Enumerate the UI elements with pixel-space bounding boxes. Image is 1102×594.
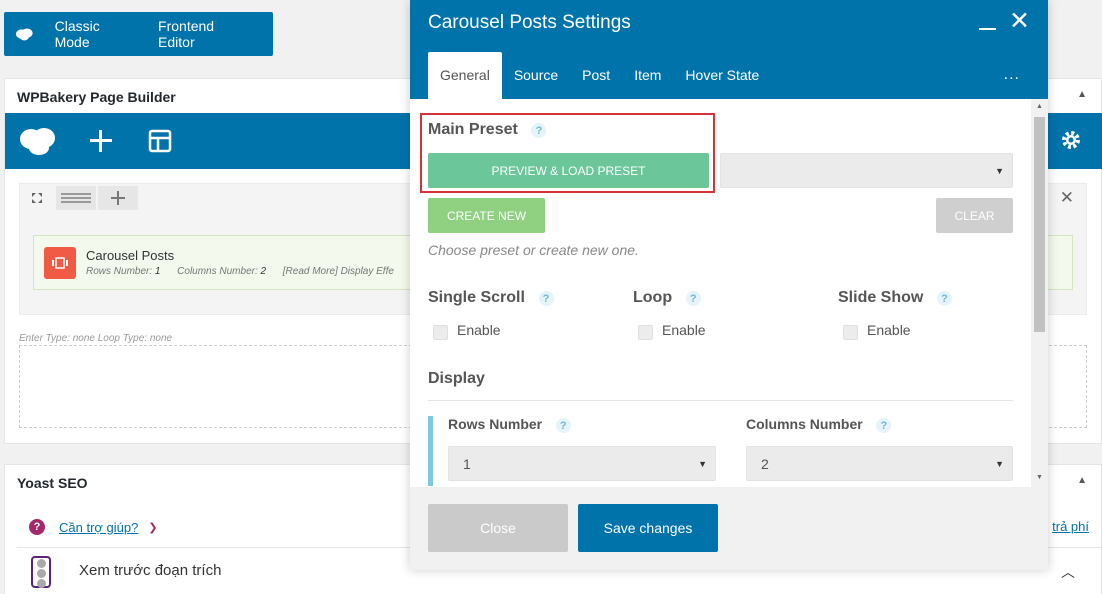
- tab-general[interactable]: General: [428, 52, 502, 99]
- modal-tabs: General Source Post Item Hover State: [428, 52, 771, 99]
- preset-select[interactable]: ▼: [720, 153, 1013, 188]
- frontend-editor-button[interactable]: Frontend Editor: [158, 18, 247, 50]
- slide-show-checkbox[interactable]: [843, 325, 858, 340]
- wpbakery-logo-icon: [16, 28, 33, 41]
- templates-icon[interactable]: [148, 126, 172, 156]
- scroll-up-icon[interactable]: ▲: [1036, 103, 1043, 110]
- classic-mode-button[interactable]: Classic Mode: [55, 18, 132, 50]
- row-layout-icon[interactable]: [56, 186, 96, 210]
- single-scroll-checkbox[interactable]: [433, 325, 448, 340]
- modal-header: Carousel Posts Settings ✕ General Source…: [410, 0, 1048, 99]
- loop-label: Loop: [633, 289, 673, 306]
- tab-source[interactable]: Source: [502, 52, 570, 99]
- element-params: Rows Number: 1 Columns Number: 2 [Read M…: [86, 266, 394, 277]
- help-link[interactable]: Cần trợ giúp?: [59, 520, 138, 535]
- rows-number-label: Rows Number: [448, 416, 543, 432]
- create-new-button[interactable]: CREATE NEW: [428, 198, 545, 233]
- rows-number-value: 1: [463, 455, 471, 472]
- editor-mode-bar: Classic Mode Frontend Editor: [4, 12, 273, 56]
- traffic-light-icon: [31, 556, 51, 588]
- rows-number-select[interactable]: 1 ▼: [448, 446, 716, 481]
- element-note: Enter Type: none Loop Type: none: [19, 333, 173, 344]
- loop-checkbox[interactable]: [638, 325, 653, 340]
- single-scroll-label: Single Scroll: [428, 289, 525, 306]
- add-column-icon[interactable]: [98, 186, 138, 210]
- settings-gear-icon[interactable]: [1060, 129, 1082, 151]
- chevron-down-icon[interactable]: ❯: [148, 521, 157, 534]
- help-icon[interactable]: ?: [936, 291, 952, 307]
- help-icon[interactable]: ?: [685, 291, 701, 307]
- section-accent-bar: [428, 416, 433, 486]
- wpbakery-panel-title: WPBakery Page Builder: [17, 89, 176, 105]
- loop-enable-label: Enable: [662, 322, 706, 338]
- modal-footer: Close Save changes: [410, 487, 1048, 570]
- slide-show-label: Slide Show: [838, 289, 924, 306]
- clear-button[interactable]: CLEAR: [936, 198, 1013, 233]
- more-tabs-icon[interactable]: ...: [1004, 66, 1020, 84]
- scroll-thumb[interactable]: [1034, 117, 1045, 332]
- settings-modal: Carousel Posts Settings ✕ General Source…: [410, 0, 1048, 570]
- save-changes-button[interactable]: Save changes: [578, 504, 718, 552]
- wpbakery-cloud-icon[interactable]: [19, 126, 57, 156]
- expand-row-icon[interactable]: [20, 186, 54, 210]
- columns-number-value: 2: [761, 455, 769, 472]
- help-icon[interactable]: ?: [555, 418, 571, 434]
- premium-link[interactable]: trả phí: [1052, 519, 1089, 534]
- yoast-panel-title: Yoast SEO: [17, 475, 88, 491]
- help-icon[interactable]: ?: [876, 418, 892, 434]
- preview-load-preset-button[interactable]: PREVIEW & LOAD PRESET: [428, 153, 709, 188]
- close-icon[interactable]: ✕: [1009, 9, 1030, 34]
- display-heading: Display: [428, 370, 485, 387]
- snippet-preview-label: Xem trước đoạn trích: [79, 562, 222, 579]
- tab-post[interactable]: Post: [570, 52, 622, 99]
- loop-heading: Loop ?: [633, 289, 701, 307]
- yoast-collapse-icon[interactable]: ▲: [1077, 475, 1087, 486]
- yoast-help[interactable]: ? Cần trợ giúp? ❯: [29, 519, 158, 535]
- add-element-icon[interactable]: [89, 126, 113, 156]
- scroll-down-icon[interactable]: ▼: [1036, 474, 1043, 481]
- help-icon[interactable]: ?: [538, 291, 554, 307]
- single-scroll-enable-label: Enable: [457, 322, 501, 338]
- modal-scrollbar[interactable]: ▲ ▼: [1031, 99, 1048, 487]
- dropdown-arrow-icon: ▼: [698, 458, 707, 469]
- rows-number-heading: Rows Number ?: [448, 416, 571, 434]
- tab-hover-state[interactable]: Hover State: [673, 52, 771, 99]
- element-title: Carousel Posts: [86, 248, 175, 263]
- slide-show-heading: Slide Show ?: [838, 289, 952, 307]
- help-question-icon: ?: [29, 519, 45, 535]
- columns-number-heading: Columns Number ?: [746, 416, 892, 434]
- dropdown-arrow-icon: ▼: [995, 458, 1004, 469]
- columns-number-select[interactable]: 2 ▼: [746, 446, 1013, 481]
- carousel-element-icon: [44, 247, 76, 279]
- delete-row-icon[interactable]: ✕: [1060, 188, 1074, 208]
- dropdown-arrow-icon: ▼: [995, 165, 1004, 176]
- panel-collapse-icon[interactable]: ▲: [1077, 89, 1087, 100]
- single-scroll-heading: Single Scroll ?: [428, 289, 554, 307]
- modal-title: Carousel Posts Settings: [428, 12, 631, 33]
- display-divider: [428, 400, 1013, 401]
- columns-number-label: Columns Number: [746, 416, 863, 432]
- slide-show-enable-label: Enable: [867, 322, 911, 338]
- minimize-icon[interactable]: [979, 28, 996, 30]
- preset-hint: Choose preset or create new one.: [428, 242, 639, 258]
- chevron-up-icon[interactable]: ︿: [1061, 562, 1075, 582]
- tab-item[interactable]: Item: [622, 52, 673, 99]
- close-button[interactable]: Close: [428, 504, 568, 552]
